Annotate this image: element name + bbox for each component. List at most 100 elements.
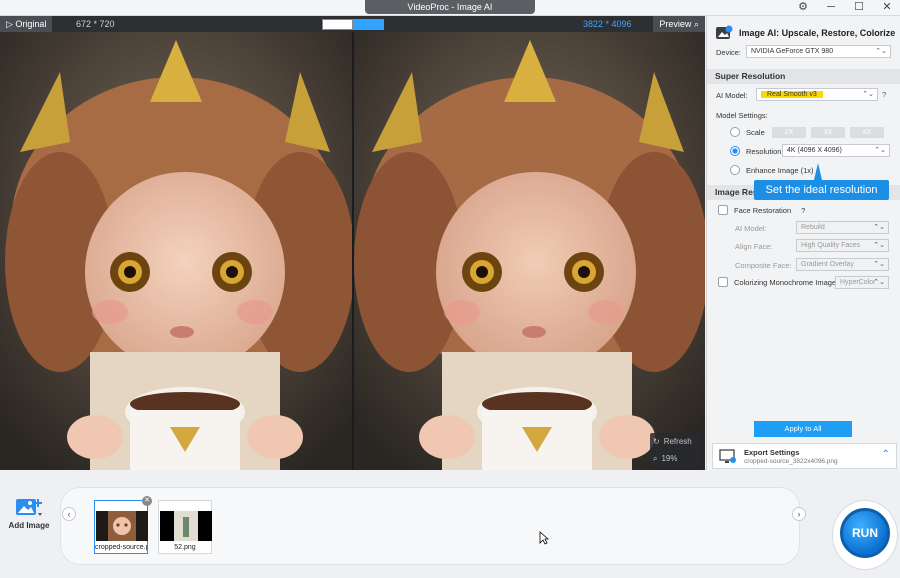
mouse-cursor-icon bbox=[539, 531, 549, 545]
resolution-tooltip: Set the ideal resolution bbox=[754, 180, 889, 200]
title-bar: VideoProc - Image AI ⚙ ─ ☐ ✕ bbox=[0, 0, 900, 16]
thumbnail-image bbox=[96, 511, 148, 541]
image-ai-icon bbox=[716, 25, 733, 39]
scroll-right-button[interactable]: › bbox=[792, 507, 806, 521]
export-monitor-icon bbox=[719, 449, 736, 463]
device-label: Device: bbox=[716, 48, 742, 57]
thumbnail-caption: 52.png bbox=[174, 544, 196, 551]
add-image-icon bbox=[16, 499, 42, 516]
restore-ai-model-select[interactable]: Rebuild ⌃⌄ bbox=[796, 221, 889, 234]
scale-option[interactable]: Scale bbox=[730, 127, 765, 137]
play-icon: ▷ bbox=[6, 19, 16, 29]
scale-2x-button[interactable]: 2X bbox=[772, 127, 806, 138]
chevron-updown-icon: ⌃⌄ bbox=[873, 261, 885, 268]
output-image bbox=[354, 32, 705, 470]
restore-ai-model-value: Rebuild bbox=[801, 224, 825, 231]
resolution-select[interactable]: 4K (4096 X 4096) ⌃⌄ bbox=[782, 144, 890, 157]
window-controls: ⚙ ─ ☐ ✕ bbox=[796, 1, 894, 14]
split-view-button[interactable] bbox=[322, 19, 353, 30]
resolution-value: 4K (4096 X 4096) bbox=[787, 147, 842, 154]
output-header: 3822 * 4096 Preview ⌕ bbox=[353, 16, 705, 32]
restore-ai-model-label: AI Model: bbox=[735, 224, 767, 233]
original-tab-label: Original bbox=[15, 19, 47, 29]
refresh-label: Refresh bbox=[663, 437, 692, 446]
thumbnail-caption: cropped-source.p bbox=[95, 544, 147, 551]
enhance-radio[interactable] bbox=[730, 165, 740, 175]
original-tab[interactable]: ▷ Original bbox=[0, 16, 53, 32]
panel-title-text: Image AI: Upscale, Restore, Colorize bbox=[739, 28, 896, 38]
expand-up-icon[interactable]: ⌃ bbox=[882, 449, 890, 460]
thumbnail-item[interactable]: 52.png bbox=[158, 500, 212, 554]
super-resolution-heading: Super Resolution bbox=[707, 69, 900, 84]
align-face-value: High Quality Faces bbox=[801, 242, 861, 249]
preview-tools: ↻ Refresh ⌕ 19% bbox=[650, 433, 702, 467]
colorize-select[interactable]: HyperColor ⌃⌄ bbox=[835, 276, 889, 289]
original-image bbox=[0, 32, 352, 470]
align-face-select[interactable]: High Quality Faces ⌃⌄ bbox=[796, 239, 889, 252]
chevron-updown-icon: ⌃⌄ bbox=[874, 147, 886, 154]
face-restoration-label: Face Restoration bbox=[734, 205, 792, 215]
scale-4x-button[interactable]: 4X bbox=[850, 127, 884, 138]
device-value: NVIDIA GeForce GTX 980 bbox=[751, 48, 834, 55]
run-button[interactable]: RUN bbox=[840, 508, 890, 558]
apply-to-all-button[interactable]: Apply to All bbox=[754, 421, 852, 437]
colorize-checkbox[interactable] bbox=[718, 277, 728, 287]
zoom-control[interactable]: ⌕ 19% bbox=[650, 450, 702, 467]
colorize-label: Colorizing Monochrome Image: bbox=[734, 277, 839, 287]
export-title: Export Settings bbox=[744, 448, 800, 457]
chevron-updown-icon: ⌃⌄ bbox=[873, 224, 885, 231]
scale-radio[interactable] bbox=[730, 127, 740, 137]
preview-header: ▷ Original 672 * 720 3822 * 4096 Preview… bbox=[0, 16, 705, 32]
face-restoration-option[interactable]: Face Restoration ? bbox=[718, 205, 805, 215]
magnifier-icon: ⌕ bbox=[693, 19, 699, 29]
add-image-button[interactable]: Add Image bbox=[8, 497, 50, 530]
maximize-icon[interactable]: ☐ bbox=[852, 1, 866, 14]
align-face-label: Align Face: bbox=[735, 242, 773, 251]
original-dimensions: 672 * 720 bbox=[76, 19, 115, 29]
ai-model-value: Real Smooth v3 bbox=[761, 91, 823, 98]
chevron-updown-icon: ⌃⌄ bbox=[875, 48, 887, 55]
resolution-label: Resolution bbox=[746, 146, 782, 156]
zoom-icon: ⌕ bbox=[653, 453, 658, 463]
composite-face-label: Composite Face: bbox=[735, 261, 792, 270]
ai-model-select[interactable]: Real Smooth v3 ⌃⌄ bbox=[756, 88, 878, 101]
chevron-updown-icon: ⌃⌄ bbox=[862, 91, 874, 98]
tooltip-arrow bbox=[814, 163, 822, 180]
scale-label: Scale bbox=[746, 127, 765, 137]
panel-title: Image AI: Upscale, Restore, Colorize bbox=[715, 24, 895, 42]
composite-face-select[interactable]: Gradient Overlay ⌃⌄ bbox=[796, 258, 889, 271]
close-icon[interactable]: ✕ bbox=[880, 1, 894, 14]
enhance-option[interactable]: Enhance Image (1x) bbox=[730, 165, 814, 175]
model-settings-label: Model Settings: bbox=[716, 111, 768, 120]
remove-thumbnail-icon[interactable]: ✕ bbox=[142, 496, 152, 506]
thumbnail-image bbox=[160, 511, 212, 541]
export-settings[interactable]: Export Settings cropped-source_3822x4096… bbox=[712, 443, 897, 469]
face-help-icon[interactable]: ? bbox=[801, 206, 805, 215]
chevron-updown-icon: ⌃⌄ bbox=[873, 279, 885, 286]
preview-tab[interactable]: Preview ⌕ bbox=[653, 16, 705, 32]
refresh-button[interactable]: ↻ Refresh bbox=[650, 433, 702, 450]
colorize-value: HyperColor bbox=[840, 279, 876, 286]
add-image-label: Add Image bbox=[8, 521, 50, 530]
colorize-option[interactable]: Colorizing Monochrome Image: bbox=[718, 277, 838, 287]
zoom-value: 19% bbox=[661, 454, 678, 463]
resolution-radio[interactable] bbox=[730, 146, 740, 156]
face-restoration-checkbox[interactable] bbox=[718, 205, 728, 215]
ai-model-help-icon[interactable]: ? bbox=[882, 90, 886, 99]
window-title: VideoProc - Image AI bbox=[365, 0, 535, 14]
resolution-option[interactable]: Resolution bbox=[730, 146, 781, 156]
scale-3x-button[interactable]: 3X bbox=[811, 127, 845, 138]
export-filename: cropped-source_3822x4096.png bbox=[744, 458, 838, 465]
enhance-label: Enhance Image (1x) bbox=[746, 165, 814, 175]
ai-model-label: AI Model: bbox=[716, 91, 748, 100]
minimize-icon[interactable]: ─ bbox=[824, 1, 838, 14]
device-select[interactable]: NVIDIA GeForce GTX 980 ⌃⌄ bbox=[746, 45, 891, 58]
settings-gear-icon[interactable]: ⚙ bbox=[796, 1, 810, 14]
original-header: ▷ Original 672 * 720 bbox=[0, 16, 352, 32]
scroll-left-button[interactable]: ‹ bbox=[62, 507, 76, 521]
refresh-icon: ↻ bbox=[653, 437, 660, 446]
preview-tab-label: Preview bbox=[659, 19, 692, 29]
thumbnail-item[interactable]: cropped-source.p bbox=[94, 500, 148, 554]
output-dimensions: 3822 * 4096 bbox=[583, 19, 632, 29]
chevron-updown-icon: ⌃⌄ bbox=[873, 242, 885, 249]
